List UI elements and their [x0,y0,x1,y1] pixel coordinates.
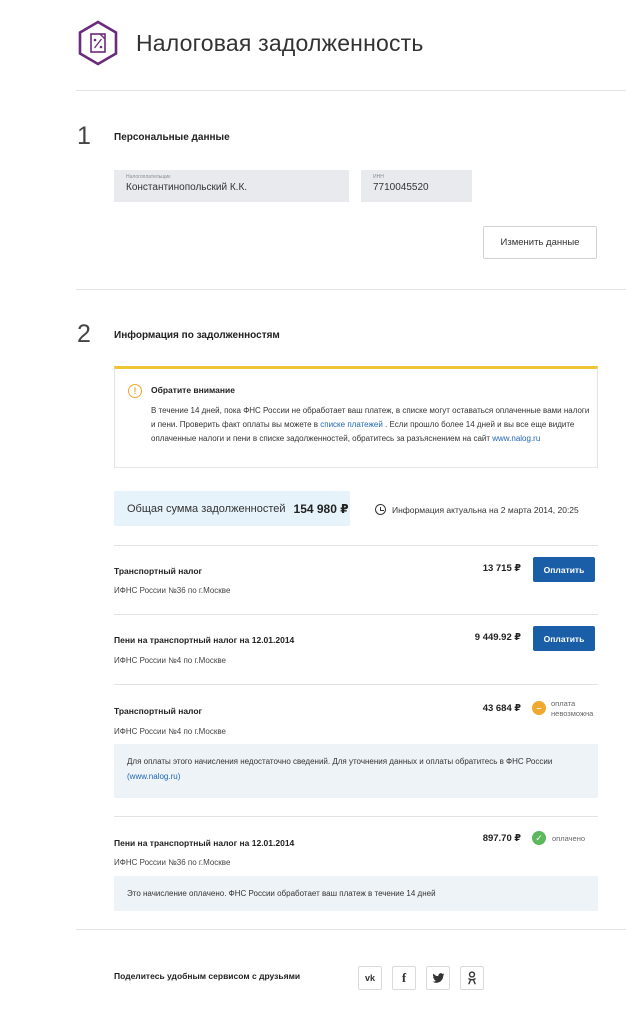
payments-list-link[interactable]: списке платежей [320,420,383,429]
status-paid: оплачено [552,834,586,843]
payment-unavailable-icon: – [532,701,546,715]
total-debt-box: Общая сумма задолженностей 154 980 ₽ [114,491,350,526]
inn-value: 7710045520 [373,182,429,193]
debt-title: Транспортный налог [114,566,203,576]
logo-icon [78,20,118,66]
debt-authority: ИФНС России №4 по г.Москве [114,656,226,665]
note-text: Это начисление оплачено. ФНС России обра… [127,889,436,898]
step-number-1: 1 [77,122,91,150]
header-divider [76,90,626,91]
section-title-personal: Персональные данные [114,132,230,143]
twitter-icon[interactable] [426,966,450,990]
debt-title: Транспортный налог [114,706,203,716]
step-number-2: 2 [77,320,91,348]
pay-button[interactable]: Оплатить [533,557,595,582]
section-divider [76,289,626,290]
check-icon: ✓ [532,831,546,845]
debt-authority: ИФНС России №36 по г.Москве [114,858,231,867]
exclamation-icon: ! [128,384,142,398]
nalog-link[interactable]: (www.nalog.ru) [127,772,180,781]
taxpayer-field[interactable]: Налогоплательщик Константинопольский К.К… [114,170,349,202]
debt-authority: ИФНС России №36 по г.Москве [114,586,231,595]
footer-divider [76,929,626,930]
clock-icon [375,504,386,515]
row-divider [114,614,598,615]
notice-title: Обратите внимание [151,385,235,395]
debt-amount: 9 449.92 ₽ [474,632,521,643]
note-text: Для оплаты этого начисления недостаточно… [127,757,553,781]
edit-data-button[interactable]: Изменить данные [483,226,597,259]
row-divider [114,545,598,546]
inn-field[interactable]: ИНН 7710045520 [361,170,472,202]
odnoklassniki-icon[interactable] [460,966,484,990]
info-actual-date: Информация актуальна на 2 марта 2014, 20… [392,505,579,515]
section-title-debts: Информация по задолженностям [114,330,280,341]
debt-note: Это начисление оплачено. ФНС России обра… [114,876,598,911]
total-value: 154 980 ₽ [293,501,349,516]
debt-amount: 43 684 ₽ [482,703,521,714]
debt-title: Пени на транспортный налог на 12.01.2014 [114,838,295,848]
notice-box: ! Обратите внимание В течение 14 дней, п… [114,366,598,468]
row-divider [114,816,598,817]
status-unavailable: оплата невозможна [551,699,594,718]
page-title: Налоговая задолженность [136,30,424,56]
notice-text: В течение 14 дней, пока ФНС России не об… [151,406,590,443]
debt-title: Пени на транспортный налог на 12.01.2014 [114,635,295,645]
facebook-icon[interactable]: f [392,966,416,990]
debt-authority: ИФНС России №4 по г.Москве [114,727,226,736]
row-divider [114,684,598,685]
debt-note: Для оплаты этого начисления недостаточно… [114,744,598,798]
debt-amount: 897.70 ₽ [482,833,521,844]
share-label: Поделитесь удобным сервисом с друзьями [114,971,301,981]
taxpayer-value: Константинопольский К.К. [126,182,248,193]
debt-amount: 13 715 ₽ [482,563,521,574]
total-label: Общая сумма задолженностей [127,502,286,515]
vk-icon[interactable]: vk [358,966,382,990]
pay-button[interactable]: Оплатить [533,626,595,651]
inn-label: ИНН [373,174,384,180]
nalog-link[interactable]: www.nalog.ru [492,434,540,443]
taxpayer-label: Налогоплательщик [126,174,171,180]
